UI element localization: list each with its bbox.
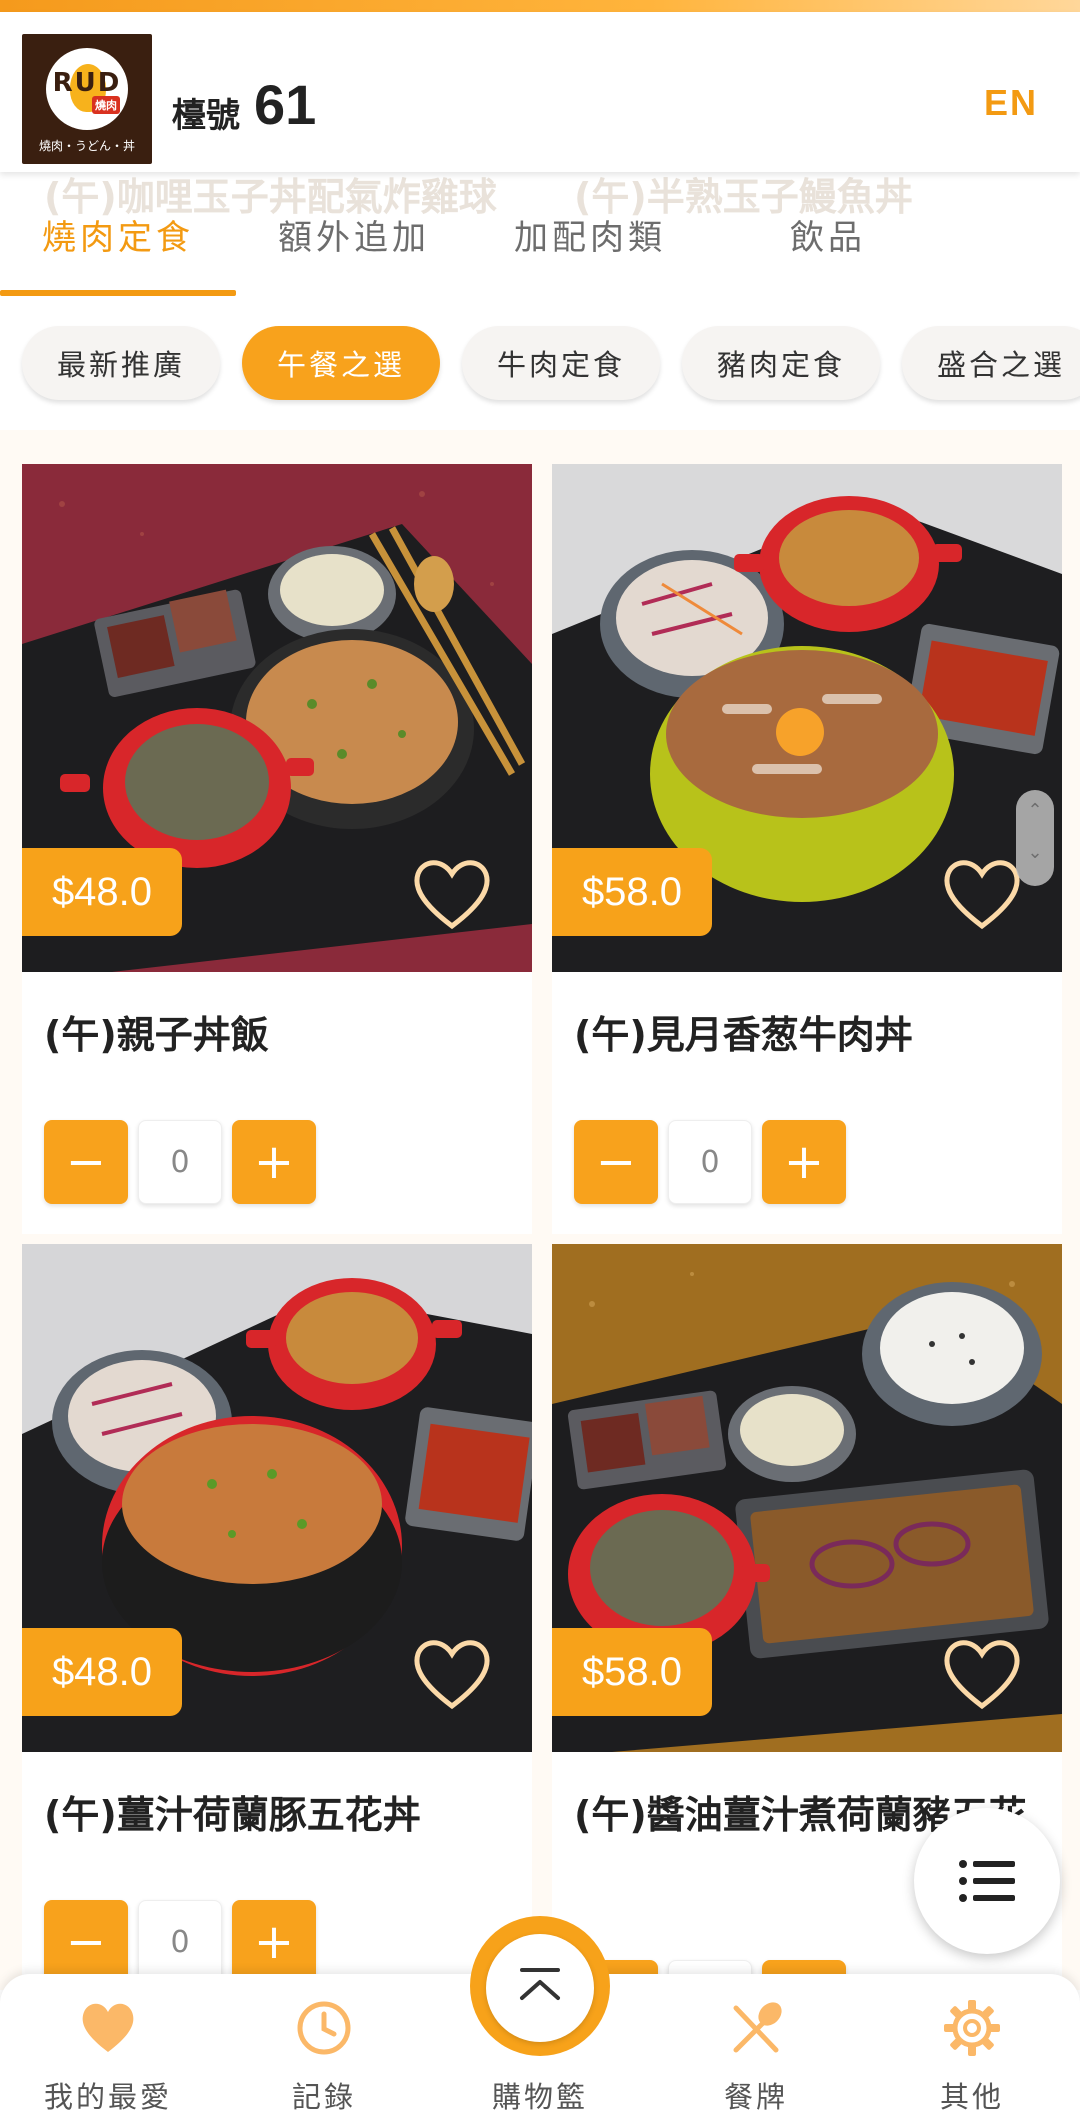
decrease-button[interactable]: − (44, 1120, 128, 1204)
scroll-handle[interactable]: ⌃ ⌄ (1016, 790, 1054, 886)
quantity-stepper: − 0 + (44, 1900, 344, 1984)
nav-history[interactable]: 記錄 (216, 1974, 432, 2123)
heart-icon (82, 2003, 134, 2052)
increase-button[interactable]: + (232, 1900, 316, 1984)
category-tabs: 燒肉定食 額外追加 加配肉類 飲品 (0, 200, 1080, 296)
tab-drinks[interactable]: 飲品 (790, 210, 866, 259)
dish-card[interactable]: $48.0 (午)親子丼飯 − 0 + (22, 464, 532, 1234)
quantity-field[interactable]: 0 (668, 1120, 752, 1204)
table-label: 檯號 (172, 96, 240, 136)
list-icon (959, 1860, 1015, 1902)
chip-pork-set[interactable]: 豬肉定食 (682, 326, 880, 400)
dish-name: (午)薑汁荷蘭豚五花丼 (44, 1793, 421, 1837)
language-toggle[interactable]: EN (984, 82, 1038, 124)
price-badge: $58.0 (552, 848, 712, 936)
menu-list-button[interactable] (914, 1808, 1060, 1954)
dish-name: (午)見月香葱牛肉丼 (574, 1013, 913, 1057)
chip-platter-selection[interactable]: 盛合之選 (902, 326, 1080, 400)
price-badge: $48.0 (22, 848, 182, 936)
price-badge: $58.0 (552, 1628, 712, 1716)
subcategory-chips: 最新推廣 午餐之選 牛肉定食 豬肉定食 盛合之選 (0, 326, 1080, 406)
decrease-button[interactable]: − (574, 1120, 658, 1204)
dish-name: (午)親子丼飯 (44, 1013, 269, 1057)
header: RUD 燒肉 燒肉・うどん・丼 檯號 61 EN (0, 12, 1080, 172)
fork-spoon-icon (733, 2002, 782, 2053)
tab-extra-add[interactable]: 額外追加 (278, 210, 430, 259)
nav-favorites[interactable]: 我的最愛 (0, 1974, 216, 2123)
quantity-field[interactable]: 0 (138, 1120, 222, 1204)
table-number: 61 (254, 73, 317, 136)
chip-beef-set[interactable]: 牛肉定食 (462, 326, 660, 400)
increase-button[interactable]: + (762, 1120, 846, 1204)
cart-button[interactable] (486, 1934, 594, 2042)
favorite-heart-icon[interactable] (410, 1634, 494, 1712)
favorite-heart-icon[interactable] (410, 854, 494, 932)
dish-card[interactable]: $48.0 (午)薑汁荷蘭豚五花丼 − 0 + (22, 1244, 532, 2014)
tab-add-meat[interactable]: 加配肉類 (514, 210, 666, 259)
quantity-stepper: − 0 + (574, 1120, 874, 1204)
nav-menu[interactable]: 餐牌 (648, 1974, 864, 2123)
restaurant-logo: RUD 燒肉 燒肉・うどん・丼 (22, 34, 152, 164)
quantity-stepper: − 0 + (44, 1120, 344, 1204)
active-tab-indicator (0, 290, 236, 296)
chevron-up-icon (520, 1968, 560, 2000)
increase-button[interactable]: + (232, 1120, 316, 1204)
price-badge: $48.0 (22, 1628, 182, 1716)
tab-yakiniku-set[interactable]: 燒肉定食 (42, 210, 194, 259)
favorite-heart-icon[interactable] (940, 1634, 1024, 1712)
quantity-field[interactable]: 0 (138, 1900, 222, 1984)
top-accent-bar (0, 0, 1080, 12)
chevron-up-icon: ⌃ (1027, 800, 1043, 821)
clock-icon (297, 2001, 351, 2055)
nav-other[interactable]: 其他 (864, 1974, 1080, 2123)
gear-icon (944, 2000, 1000, 2056)
dish-card[interactable]: $58.0 (午)見月香葱牛肉丼 − 0 + (552, 464, 1062, 1234)
chip-latest-promo[interactable]: 最新推廣 (22, 326, 220, 400)
chip-lunch-selection[interactable]: 午餐之選 (242, 326, 440, 400)
chevron-down-icon: ⌄ (1027, 842, 1043, 863)
favorite-heart-icon[interactable] (940, 854, 1024, 932)
decrease-button[interactable]: − (44, 1900, 128, 1984)
